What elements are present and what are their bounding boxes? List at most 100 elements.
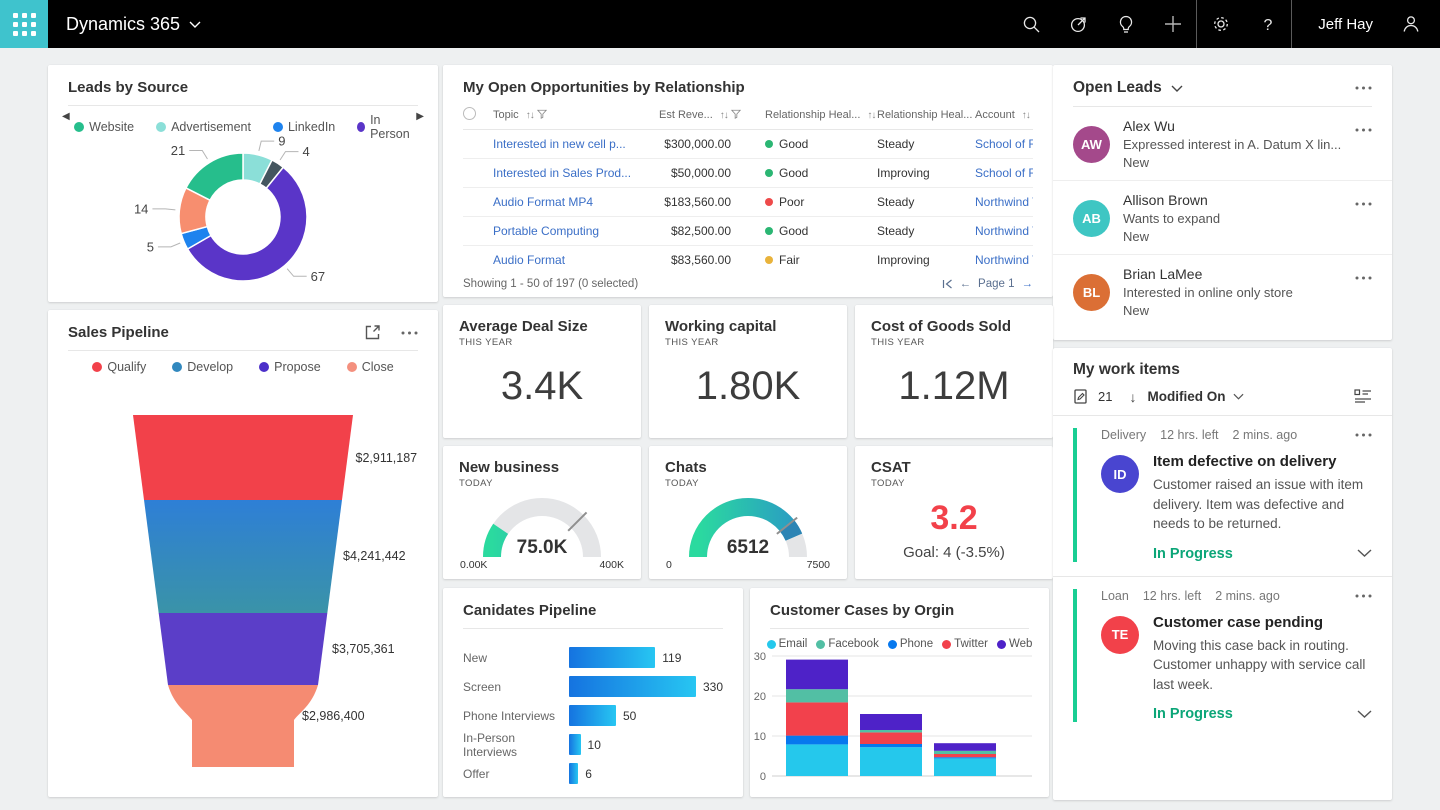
list-view-icon[interactable] [1354,389,1372,404]
account-link[interactable]: School of Fine Art [975,130,1033,159]
work-item-status[interactable]: In Progress [1153,706,1372,722]
legend-item[interactable]: Qualify [92,360,146,374]
chevron-down-icon[interactable] [1357,549,1372,558]
chevron-down-icon[interactable] [1357,710,1372,719]
more-options-icon[interactable] [1355,594,1372,598]
table-row[interactable]: Interested in Sales Prod...$50,000.00Goo… [463,159,1033,188]
stacked-bar-segment[interactable] [786,736,848,745]
lead-name[interactable]: Brian LaMee [1123,266,1355,282]
legend-prev-icon[interactable]: ◀ [62,111,70,122]
sort-icon[interactable]: ↑↓ [720,110,728,121]
sort-icon[interactable]: ↑↓ [867,110,875,121]
expand-icon[interactable] [364,324,381,341]
hbar-bar[interactable] [569,705,616,726]
account-button[interactable] [1387,0,1434,48]
sort-icon[interactable]: ↑↓ [526,110,534,121]
stacked-bar-segment[interactable] [786,660,848,690]
stacked-bar-segment[interactable] [934,757,996,758]
more-options-icon[interactable] [1355,276,1372,280]
app-launcher-icon[interactable] [0,0,48,48]
table-row[interactable]: Portable Computing$82,500.00GoodSteadyNo… [463,217,1033,246]
chats-gauge[interactable]: 6512 [649,487,847,565]
account-link[interactable]: Northwind Trad... [975,188,1033,217]
topic-link[interactable]: Audio Format MP4 [493,188,659,217]
donut-segment[interactable] [186,153,243,200]
stacked-bar-segment[interactable] [934,743,996,751]
work-item-status[interactable]: In Progress [1153,546,1372,562]
cases-stacked-bar-chart[interactable]: 0102030 [750,652,1049,794]
legend-next-icon[interactable]: ▶ [416,111,424,122]
more-options-icon[interactable] [1355,433,1372,437]
prev-page-icon[interactable]: ← [960,278,972,290]
stacked-bar-segment[interactable] [860,747,922,776]
card-title[interactable]: Open Leads [1073,79,1183,97]
hbar-bar[interactable] [569,647,655,668]
legend-item[interactable]: Advertisement [156,120,251,134]
topic-link[interactable]: Interested in new cell p... [493,130,659,159]
more-options-icon[interactable] [1355,202,1372,206]
search-button[interactable] [1008,0,1055,48]
funnel-stage[interactable] [133,415,353,500]
table-row[interactable]: Interested in new cell p...$300,000.00Go… [463,130,1033,159]
add-button[interactable] [1149,0,1196,48]
hbar-bar[interactable] [569,676,696,697]
stacked-bar-segment[interactable] [786,744,848,776]
stacked-bar-segment[interactable] [786,689,848,702]
more-options-icon[interactable] [1355,86,1372,90]
sort-direction-icon[interactable]: ↓ [1129,389,1136,405]
quick-launch-button[interactable] [1055,0,1102,48]
legend-item[interactable]: Website [74,120,134,134]
column-header[interactable]: Relationship Heal... [877,109,972,121]
stacked-bar-segment[interactable] [934,758,996,776]
stacked-bar-segment[interactable] [860,732,922,744]
funnel-stage[interactable] [144,500,342,613]
column-header[interactable]: Account [975,109,1015,121]
account-link[interactable]: School of Fine Art [975,159,1033,188]
next-page-icon[interactable]: → [1022,278,1034,290]
account-link[interactable]: Northwind Trad... [975,217,1033,246]
settings-button[interactable] [1197,0,1244,48]
legend-item[interactable]: Close [347,360,394,374]
open-lead-item[interactable]: AWAlex WuExpressed interest in A. Datum … [1053,107,1392,181]
legend-item[interactable]: Email [767,638,808,650]
funnel-stage[interactable] [159,613,328,685]
legend-item[interactable]: Phone [888,638,933,650]
legend-item[interactable]: Develop [172,360,233,374]
stacked-bar-segment[interactable] [860,744,922,747]
account-link[interactable]: Northwind Trad... [975,246,1033,275]
column-header[interactable]: Relationship Heal... [765,109,860,121]
lead-name[interactable]: Alex Wu [1123,118,1355,134]
insights-button[interactable] [1102,0,1149,48]
legend-item[interactable]: Web [997,638,1032,650]
new-business-gauge[interactable]: 75.0K [443,487,641,565]
work-item-title[interactable]: Item defective on delivery [1153,453,1372,470]
filter-icon[interactable] [537,109,547,119]
sales-funnel-chart[interactable]: $2,911,187$4,241,442$3,705,361$2,986,400 [48,390,438,797]
hbar-bar[interactable] [569,763,578,784]
legend-item[interactable]: In Person [357,113,412,141]
help-button[interactable]: ? [1244,0,1291,48]
filter-icon[interactable] [731,109,741,119]
table-row[interactable]: Audio Format MP4$183,560.00PoorSteadyNor… [463,188,1033,217]
column-header[interactable]: Est Reve... [659,109,713,121]
column-header[interactable]: Topic [493,109,519,121]
sort-field-dropdown[interactable]: Modified On [1147,389,1244,404]
stacked-bar-segment[interactable] [860,730,922,732]
clipboard-edit-icon[interactable] [1073,388,1089,405]
stacked-bar-segment[interactable] [934,754,996,757]
select-all-checkbox[interactable] [463,107,476,120]
legend-item[interactable]: LinkedIn [273,120,335,134]
topic-link[interactable]: Portable Computing [493,217,659,246]
app-title[interactable]: Dynamics 365 [66,14,201,35]
hbar-bar[interactable] [569,734,581,755]
work-item[interactable]: Loan12 hrs. left2 mins. agoTECustomer ca… [1053,577,1392,737]
work-item[interactable]: Delivery12 hrs. left2 mins. agoIDItem de… [1053,416,1392,577]
more-options-icon[interactable] [1355,128,1372,132]
open-lead-item[interactable]: ABAllison BrownWants to expandNew [1053,181,1392,255]
funnel-stage[interactable] [168,685,318,767]
table-row[interactable]: Audio Format$83,560.00FairImprovingNorth… [463,246,1033,275]
topic-link[interactable]: Interested in Sales Prod... [493,159,659,188]
legend-item[interactable]: Facebook [816,638,879,650]
stacked-bar-segment[interactable] [786,702,848,735]
more-options-icon[interactable] [401,331,418,335]
